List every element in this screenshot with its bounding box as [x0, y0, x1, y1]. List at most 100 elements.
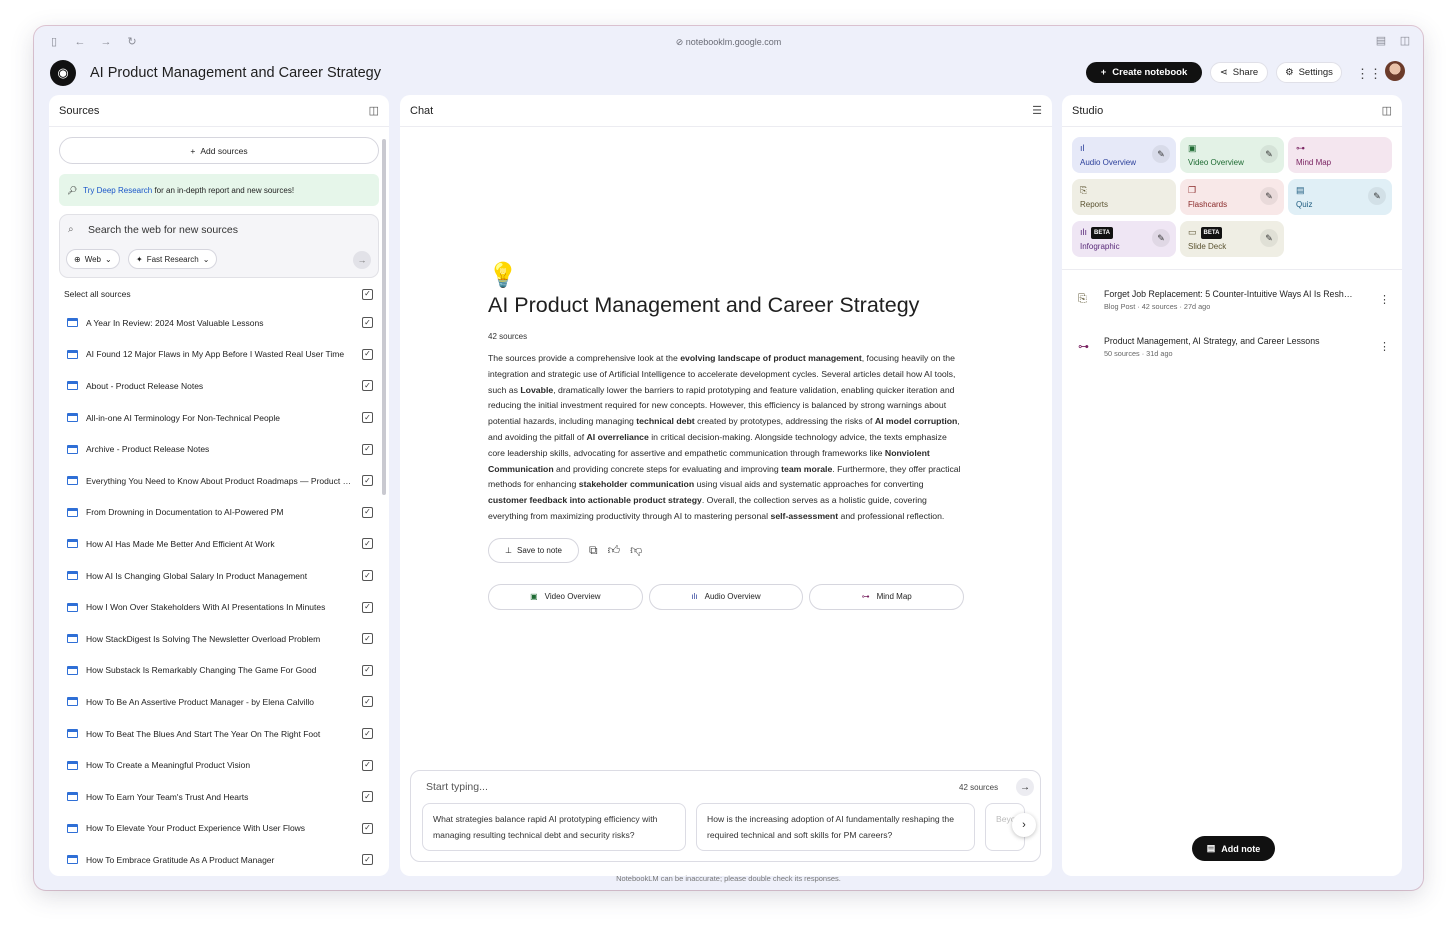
submit-search-button[interactable]: →	[353, 251, 371, 269]
tune-icon[interactable]: ☰	[1032, 104, 1042, 117]
source-item[interactable]: How To Embrace Gratitude As A Product Ma…	[49, 844, 389, 876]
suggested-question[interactable]: What strategies balance rapid AI prototy…	[422, 803, 686, 851]
source-item[interactable]: A Year In Review: 2024 Most Valuable Les…	[49, 307, 389, 339]
source-checkbox[interactable]: ✓	[362, 728, 373, 740]
send-button[interactable]: →	[1016, 778, 1034, 796]
notebook-title[interactable]: AI Product Management and Career Strateg…	[90, 65, 381, 81]
source-checkbox[interactable]: ✓	[362, 570, 373, 582]
pencil-icon[interactable]: ✎	[1152, 145, 1170, 163]
pencil-icon[interactable]: ✎	[1152, 229, 1170, 247]
studio-note[interactable]: ⊶ Product Management, AI Strategy, and Ca…	[1078, 336, 1390, 360]
studio-tile-slide-deck[interactable]: ▭ BETA Slide Deck ✎	[1180, 221, 1284, 257]
deep-research-link[interactable]: Try Deep Research	[83, 186, 152, 195]
source-item[interactable]: How To Earn Your Team's Trust And Hearts…	[49, 781, 389, 813]
create-notebook-button[interactable]: + Create notebook	[1086, 62, 1202, 83]
studio-tile-quiz[interactable]: ▤ Quiz ✎	[1288, 179, 1392, 215]
pin-icon: ⊥	[505, 545, 513, 555]
audio-overview-chip[interactable]: ılı Audio Overview	[648, 583, 804, 610]
chat-panel: Chat ☰ 💡 AI Product Management and Caree…	[400, 95, 1052, 876]
blogpost-icon: ⎘	[1078, 293, 1087, 305]
source-checkbox[interactable]: ✓	[362, 412, 373, 424]
source-checkbox[interactable]: ✓	[362, 791, 373, 803]
summary-highlight: AI model corruption	[874, 416, 958, 427]
add-note-button[interactable]: ▤ Add note	[1192, 836, 1275, 861]
research-mode-select[interactable]: ✦ Fast Research ⌄	[128, 249, 218, 269]
select-all-row[interactable]: Select all sources ✓	[64, 286, 373, 302]
studio-tile-infographic[interactable]: ılı BETA Infographic ✎	[1072, 221, 1176, 257]
apps-grid-icon[interactable]: ⋮⋮	[1356, 66, 1382, 82]
chat-input[interactable]: Start typing...	[426, 781, 488, 793]
video-overview-chip[interactable]: ▣ Video Overview	[488, 583, 643, 610]
source-checkbox[interactable]: ✓	[362, 538, 373, 550]
source-item[interactable]: How AI Has Made Me Better And Efficient …	[49, 528, 389, 560]
collapse-panel-icon[interactable]: ◫	[369, 104, 379, 117]
source-item[interactable]: How To Be An Assertive Product Manager -…	[49, 686, 389, 718]
sources-scrollbar[interactable]	[382, 139, 386, 495]
notebooklm-logo-icon[interactable]: ◉	[50, 60, 76, 86]
source-checkbox[interactable]: ✓	[362, 601, 373, 613]
add-sources-button[interactable]: + Add sources	[59, 137, 379, 164]
source-item[interactable]: From Drowning in Documentation to AI-Pow…	[49, 497, 389, 529]
source-item[interactable]: How To Elevate Your Product Experience W…	[49, 813, 389, 845]
chevron-right-icon[interactable]: ›	[1012, 813, 1036, 837]
studio-tile-video-overview[interactable]: ▣ Video Overview ✎	[1180, 137, 1284, 173]
studio-tile-flashcards[interactable]: ❐ Flashcards ✎	[1180, 179, 1284, 215]
source-item[interactable]: How To Beat The Blues And Start The Year…	[49, 718, 389, 750]
pencil-icon[interactable]: ✎	[1368, 187, 1386, 205]
thumbs-down-icon[interactable]: 👎︎	[630, 543, 642, 558]
mind-map-chip[interactable]: ⊶ Mind Map	[809, 583, 965, 610]
copy-icon[interactable]: ⧉	[589, 543, 598, 558]
source-checkbox[interactable]: ✓	[362, 696, 373, 708]
suggested-question[interactable]: How is the increasing adoption of AI fun…	[696, 803, 975, 851]
studio-note[interactable]: ⎘ Forget Job Replacement: 5 Counter-Intui…	[1078, 289, 1390, 313]
source-item[interactable]: How AI Is Changing Global Salary In Prod…	[49, 560, 389, 592]
source-checkbox[interactable]: ✓	[362, 822, 373, 834]
source-checkbox[interactable]: ✓	[362, 506, 373, 518]
studio-tile-reports[interactable]: ⎘ Reports	[1072, 179, 1176, 215]
source-checkbox[interactable]: ✓	[362, 759, 373, 771]
source-checkbox[interactable]: ✓	[362, 380, 373, 392]
source-item[interactable]: All-in-one AI Terminology For Non-Techni…	[49, 402, 389, 434]
source-item[interactable]: How To Create a Meaningful Product Visio…	[49, 749, 389, 781]
source-item[interactable]: How Substack Is Remarkably Changing The …	[49, 655, 389, 687]
avatar[interactable]	[1385, 61, 1405, 81]
source-checkbox[interactable]: ✓	[362, 317, 373, 329]
share-button[interactable]: ⋖ Share	[1210, 62, 1268, 83]
source-title: AI Found 12 Major Flaws in My App Before…	[86, 349, 345, 360]
more-vert-icon[interactable]: ⋮	[1379, 293, 1390, 306]
source-checkbox[interactable]: ✓	[362, 475, 373, 487]
pencil-icon[interactable]: ✎	[1260, 187, 1278, 205]
select-all-checkbox[interactable]: ✓	[362, 288, 373, 300]
plus-icon: +	[1100, 67, 1107, 78]
source-item[interactable]: Archive - Product Release Notes ✓	[49, 433, 389, 465]
source-checkbox[interactable]: ✓	[362, 443, 373, 455]
source-checkbox[interactable]: ✓	[362, 348, 373, 360]
deep-research-banner: 🔎︎ Try Deep Research for an in-depth rep…	[59, 174, 379, 206]
source-checkbox[interactable]: ✓	[362, 633, 373, 645]
search-input[interactable]: Search the web for new sources	[88, 224, 238, 236]
source-checkbox[interactable]: ✓	[362, 664, 373, 676]
pencil-icon[interactable]: ✎	[1260, 145, 1278, 163]
source-item[interactable]: About - Product Release Notes ✓	[49, 370, 389, 402]
more-vert-icon[interactable]: ⋮	[1379, 340, 1390, 353]
source-item[interactable]: How I Won Over Stakeholders With AI Pres…	[49, 591, 389, 623]
pencil-icon[interactable]: ✎	[1260, 229, 1278, 247]
source-item[interactable]: AI Found 12 Major Flaws in My App Before…	[49, 339, 389, 371]
source-item[interactable]: How StackDigest Is Solving The Newslette…	[49, 623, 389, 655]
address-bar[interactable]: ⊘ notebooklm.google.com	[34, 37, 1423, 48]
split-view-icon[interactable]: ◫	[1399, 35, 1411, 47]
settings-button[interactable]: ⚙ Settings	[1276, 62, 1342, 83]
studio-tile-audio-overview[interactable]: ıl Audio Overview ✎	[1072, 137, 1176, 173]
summary-highlight: evolving landscape of product management	[680, 353, 862, 363]
thumbs-up-icon[interactable]: 👍︎	[608, 543, 621, 558]
reader-icon[interactable]: ▤	[1375, 35, 1387, 47]
studio-tile-mind-map[interactable]: ⊶ Mind Map	[1288, 137, 1392, 173]
save-to-note-button[interactable]: ⊥ Save to note	[488, 537, 579, 563]
chevron-down-icon: ⌄	[202, 254, 210, 264]
source-item[interactable]: Everything You Need to Know About Produc…	[49, 465, 389, 497]
video-overview-chip-label: Video Overview	[544, 592, 601, 602]
source-title: All-in-one AI Terminology For Non-Techni…	[86, 412, 281, 423]
source-checkbox[interactable]: ✓	[362, 854, 373, 866]
web-source-select[interactable]: ⊕ Web ⌄	[66, 249, 120, 269]
collapse-panel-icon[interactable]: ◫	[1382, 104, 1392, 117]
